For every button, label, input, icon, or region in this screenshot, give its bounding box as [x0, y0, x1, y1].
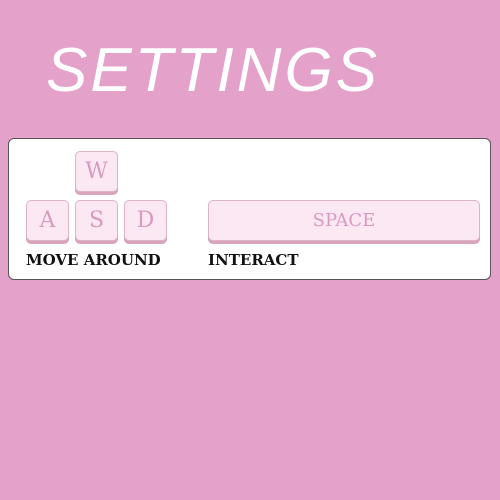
- key-a-button[interactable]: A: [26, 200, 69, 241]
- key-w-button[interactable]: W: [75, 151, 118, 192]
- controls-panel: W A S D MOVE AROUND SPACE INTERACT: [8, 138, 491, 280]
- key-d-button[interactable]: D: [124, 200, 167, 241]
- interact-label: INTERACT: [208, 251, 299, 269]
- move-around-label: MOVE AROUND: [26, 251, 161, 269]
- key-s-button[interactable]: S: [75, 200, 118, 241]
- key-space-button[interactable]: SPACE: [208, 200, 480, 241]
- page-title: SETTINGS: [46, 36, 381, 105]
